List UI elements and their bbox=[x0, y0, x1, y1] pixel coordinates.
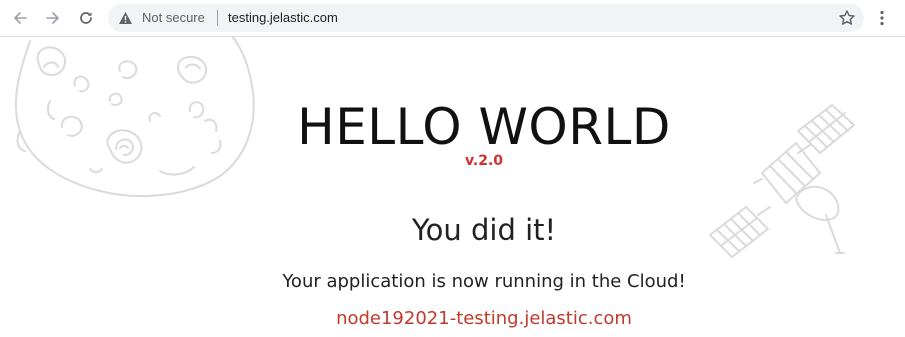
url-text[interactable]: testing.jelastic.com bbox=[228, 10, 338, 25]
success-headline: You did it! bbox=[411, 213, 557, 247]
browser-toolbar: Not secure testing.jelastic.com bbox=[0, 0, 905, 37]
reload-button[interactable] bbox=[74, 6, 98, 30]
reload-icon bbox=[80, 12, 92, 24]
security-status-label[interactable]: Not secure bbox=[142, 10, 205, 25]
star-icon[interactable] bbox=[838, 9, 856, 27]
warning-triangle-icon[interactable] bbox=[118, 11, 133, 25]
arrow-right-icon bbox=[46, 12, 59, 24]
version-label: v.2.0 bbox=[464, 153, 504, 169]
browser-menu-button[interactable] bbox=[872, 6, 892, 30]
back-button[interactable] bbox=[8, 6, 32, 30]
page-viewport: HELLO WORLD v.2.0 You did it! Your appli… bbox=[0, 37, 905, 337]
page-title: HELLO WORLD bbox=[297, 98, 671, 156]
status-message: Your application is now running in the C… bbox=[282, 271, 686, 292]
address-bar[interactable]: Not secure testing.jelastic.com bbox=[108, 4, 864, 32]
node-hostname: node192021-testing.jelastic.com bbox=[336, 308, 632, 329]
omnibox-divider bbox=[217, 10, 218, 26]
kebab-menu-icon bbox=[880, 10, 884, 26]
arrow-left-icon bbox=[14, 12, 27, 24]
forward-button[interactable] bbox=[41, 6, 65, 30]
